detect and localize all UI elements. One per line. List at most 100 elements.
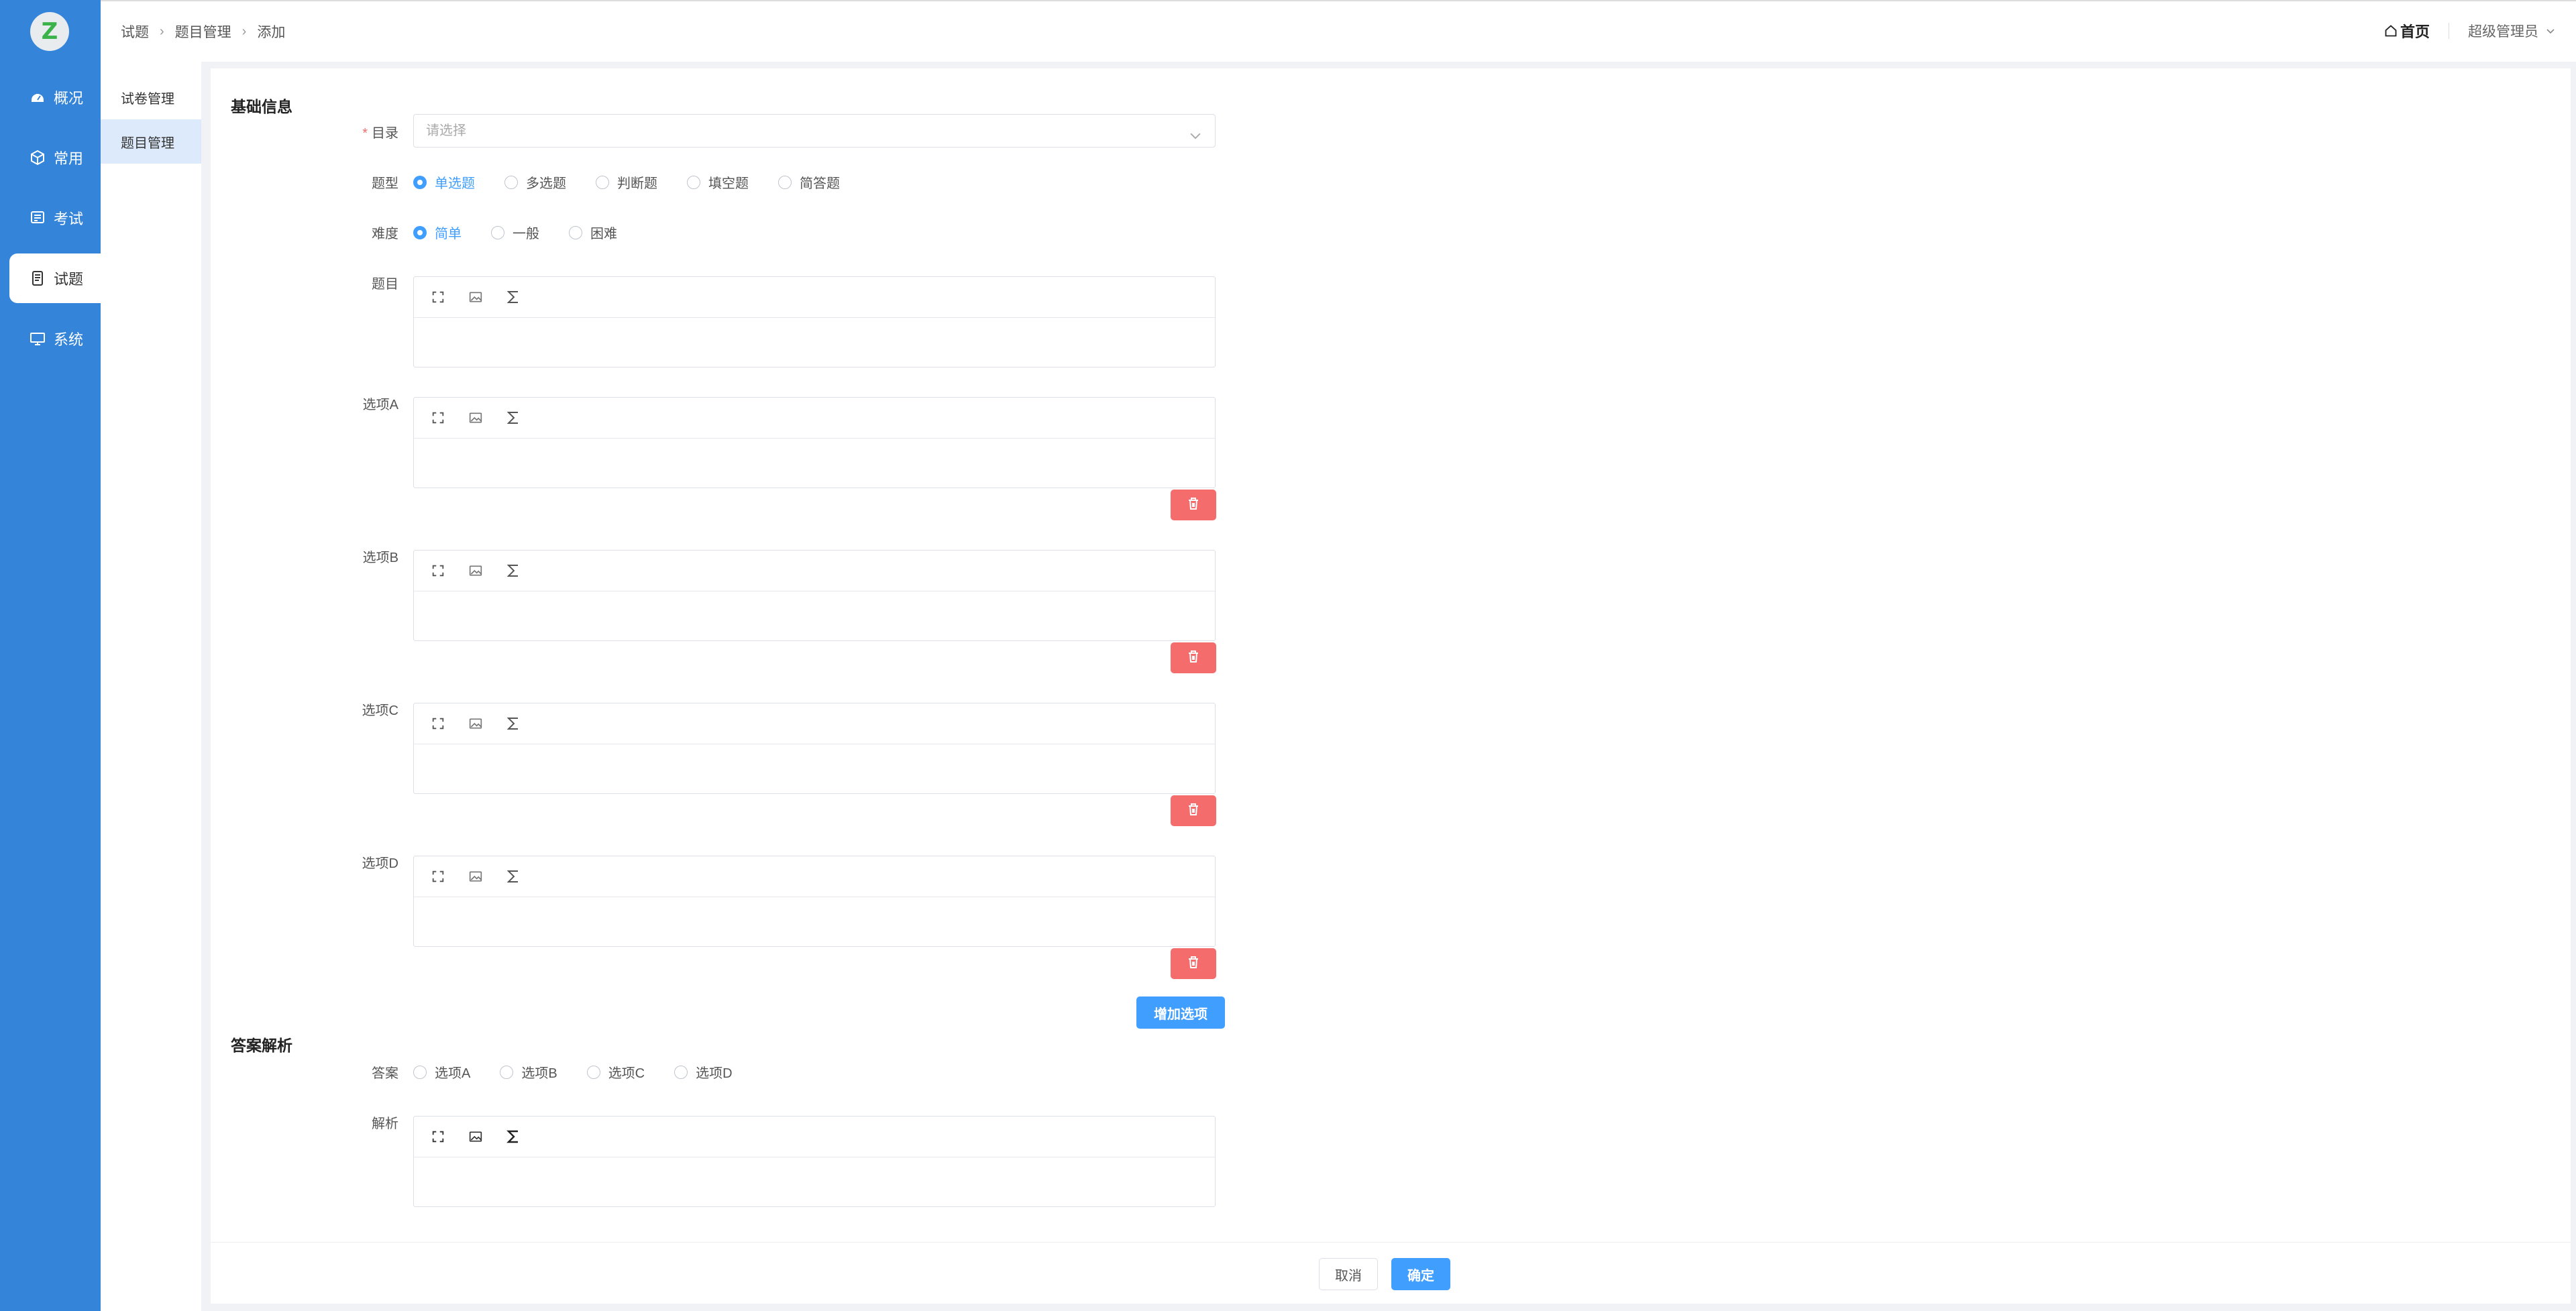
user-menu[interactable]: 超级管理员 — [2468, 21, 2556, 41]
answer-option-c[interactable]: 选项C — [586, 1062, 645, 1082]
formula-icon[interactable] — [505, 716, 521, 732]
difficulty-label: 难度 — [372, 227, 398, 241]
breadcrumb-item[interactable]: 题目管理 — [175, 21, 231, 42]
type-label: 题型 — [372, 176, 398, 191]
breadcrumb-item[interactable]: 试题 — [121, 21, 149, 42]
radio-difficulty-easy[interactable]: 简单 — [413, 223, 462, 242]
radio-type-judge[interactable]: 判断题 — [596, 172, 657, 192]
formula-icon[interactable] — [505, 410, 521, 426]
catalog-select[interactable]: 请选择 — [413, 114, 1216, 148]
exam-icon — [30, 210, 46, 226]
option-c-editor[interactable] — [413, 703, 1216, 794]
catalog-placeholder: 请选择 — [426, 123, 466, 138]
option-d-editor[interactable] — [413, 856, 1216, 947]
formula-icon[interactable] — [505, 1129, 521, 1145]
radio-circle — [491, 225, 504, 239]
radio-circle — [500, 1065, 514, 1079]
fullscreen-icon[interactable] — [430, 716, 446, 732]
analysis-editor[interactable] — [413, 1116, 1216, 1207]
radio-label: 选项A — [435, 1066, 471, 1081]
cube-icon — [30, 150, 46, 166]
submenu-label: 试卷管理 — [121, 91, 174, 107]
radio-circle — [413, 225, 427, 239]
radio-type-fill[interactable]: 填空题 — [687, 172, 749, 192]
catalog-label-text: 目录 — [372, 126, 398, 141]
radio-circle — [569, 225, 582, 239]
radio-type-short[interactable]: 简答题 — [778, 172, 840, 192]
answer-option-d[interactable]: 选项D — [674, 1062, 733, 1082]
home-link[interactable]: 首页 — [2384, 20, 2430, 42]
breadcrumb-item-current: 添加 — [257, 25, 286, 40]
radio-difficulty-hard[interactable]: 困难 — [569, 223, 617, 242]
image-icon[interactable] — [468, 716, 484, 732]
radio-label: 判断题 — [617, 176, 657, 191]
image-icon[interactable] — [468, 410, 484, 426]
radio-label: 填空题 — [708, 176, 749, 191]
type-radio-group: 单选题 多选题 判断题 填空题 简答题 — [413, 172, 869, 192]
formula-icon[interactable] — [505, 289, 521, 305]
image-icon[interactable] — [468, 563, 484, 579]
nav-item-exam[interactable]: 考试 — [9, 193, 101, 243]
formula-icon[interactable] — [505, 868, 521, 885]
delete-option-c-button[interactable] — [1171, 795, 1216, 826]
fullscreen-icon[interactable] — [430, 868, 446, 885]
radio-circle — [674, 1065, 688, 1079]
nav-item-overview[interactable]: 概况 — [9, 72, 101, 122]
option-a-editor[interactable] — [413, 397, 1216, 488]
fullscreen-icon[interactable] — [430, 289, 446, 305]
question-editor[interactable] — [413, 276, 1216, 367]
trash-icon — [1187, 497, 1199, 514]
nav-item-system[interactable]: 系统 — [9, 314, 101, 363]
radio-circle — [596, 175, 609, 189]
editor-toolbar — [414, 1117, 1215, 1157]
nav-item-common[interactable]: 常用 — [9, 133, 101, 182]
option-b-label: 选项B — [362, 551, 398, 565]
fullscreen-icon[interactable] — [430, 563, 446, 579]
nav-label: 常用 — [54, 150, 84, 167]
catalog-label: * 目录 — [305, 122, 398, 141]
nav-label: 系统 — [54, 331, 84, 348]
radio-circle — [778, 175, 792, 189]
radio-type-multi[interactable]: 多选题 — [504, 172, 566, 192]
submenu-item-questions[interactable]: 题目管理 — [101, 119, 201, 164]
radio-label: 选项C — [608, 1066, 645, 1081]
radio-label: 选项D — [696, 1066, 733, 1081]
editor-toolbar — [414, 856, 1215, 897]
confirm-button[interactable]: 确定 — [1391, 1258, 1450, 1290]
answer-option-b[interactable]: 选项B — [500, 1062, 557, 1082]
submenu-label: 题目管理 — [121, 135, 174, 151]
top-header: 试题 › 题目管理 › 添加 首页 超级管理员 — [101, 0, 2576, 62]
radio-circle — [687, 175, 700, 189]
app-logo[interactable]: Z — [30, 12, 69, 51]
radio-circle — [413, 175, 427, 189]
add-option-button[interactable]: 增加选项 — [1136, 996, 1225, 1029]
fullscreen-icon[interactable] — [430, 1129, 446, 1145]
radio-type-single[interactable]: 单选题 — [413, 172, 475, 192]
footer-divider — [211, 1242, 2571, 1243]
radio-difficulty-medium[interactable]: 一般 — [491, 223, 539, 242]
answer-label: 答案 — [372, 1066, 398, 1081]
user-name: 超级管理员 — [2468, 24, 2538, 40]
chevron-right-icon: › — [241, 23, 247, 39]
option-b-editor[interactable] — [413, 550, 1216, 641]
delete-option-b-button[interactable] — [1171, 642, 1216, 673]
monitor-icon — [30, 331, 46, 347]
fullscreen-icon[interactable] — [430, 410, 446, 426]
delete-option-d-button[interactable] — [1171, 948, 1216, 979]
image-icon[interactable] — [468, 1129, 484, 1145]
home-label: 首页 — [2400, 23, 2430, 40]
submenu-item-papers[interactable]: 试卷管理 — [101, 75, 201, 119]
nav-item-questions[interactable]: 试题 — [9, 253, 101, 303]
main-nav: Z 概况 常用 考试 试题 系统 — [0, 0, 101, 1311]
answer-option-a[interactable]: 选项A — [413, 1062, 470, 1082]
image-icon[interactable] — [468, 868, 484, 885]
option-c-label: 选项C — [362, 703, 398, 718]
form-card: 基础信息 * 目录 请选择 题型 单选题 多选题 判断题 填空题 简答题 难度 简… — [211, 68, 2571, 1304]
image-icon[interactable] — [468, 289, 484, 305]
radio-circle — [504, 175, 518, 189]
cancel-button[interactable]: 取消 — [1319, 1258, 1378, 1290]
option-a-label: 选项A — [362, 398, 398, 412]
formula-icon[interactable] — [505, 563, 521, 579]
delete-option-a-button[interactable] — [1171, 490, 1216, 520]
radio-label: 单选题 — [435, 176, 475, 191]
